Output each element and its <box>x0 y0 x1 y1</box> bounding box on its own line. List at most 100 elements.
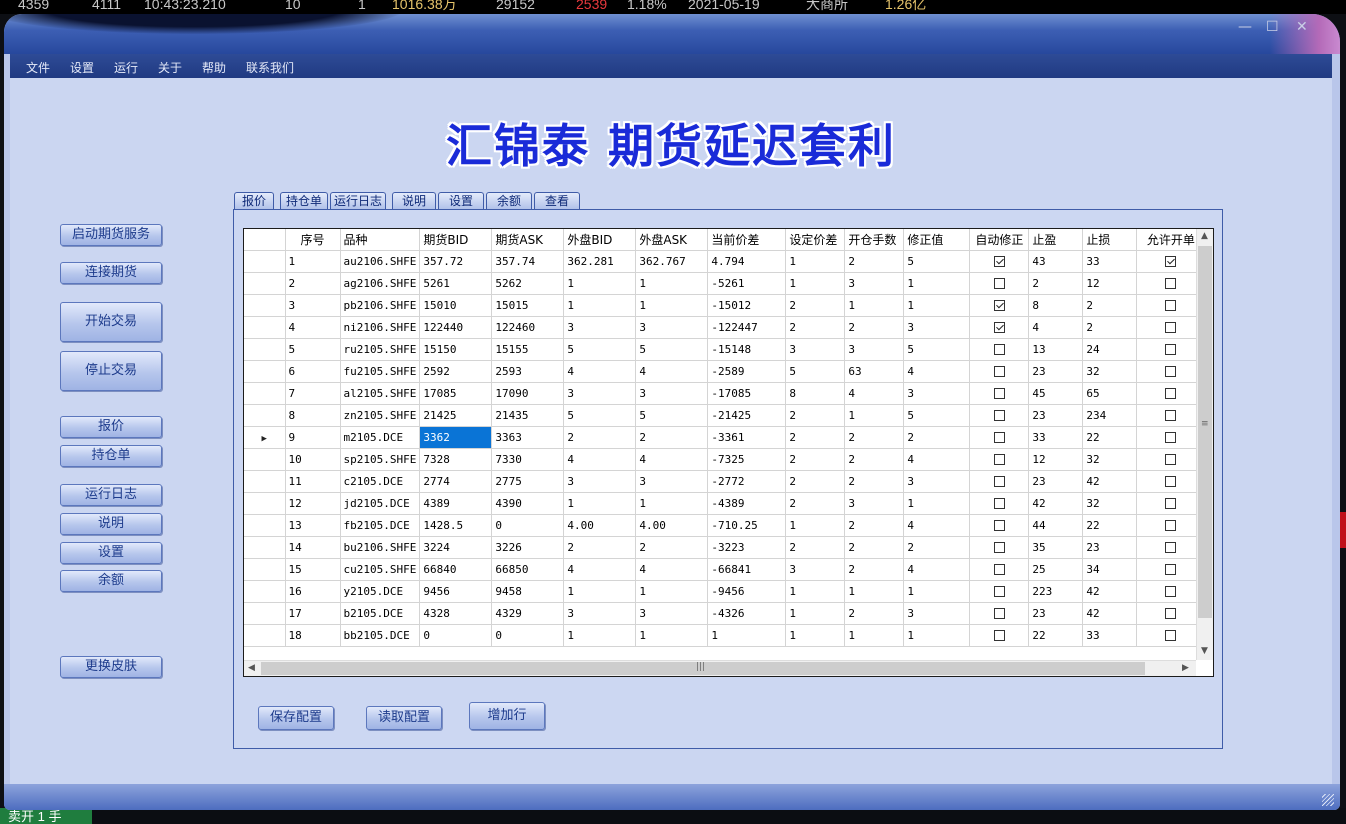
grid-cell-adj[interactable]: 1 <box>903 580 971 603</box>
row-header[interactable] <box>244 602 286 625</box>
checkbox[interactable] <box>1165 410 1177 421</box>
grid-cell-spread[interactable]: -21425 <box>707 404 787 427</box>
table-row[interactable]: 13 fb2105.DCE 1428.5 0 4.00 4.00 -710.25 1 2 4 44 2… <box>244 514 1206 537</box>
grid-cell-spread[interactable]: -4326 <box>707 602 787 625</box>
table-row[interactable]: 12 jd2105.DCE 4389 4390 1 1 -4389 2 3 1 42 32 <box>244 492 1206 515</box>
allow-order-cell[interactable] <box>1136 558 1206 581</box>
grid-cell-oask[interactable]: 3 <box>635 470 709 493</box>
table-row[interactable]: 3 pb2106.SHFE 15010 15015 1 1 -15012 2 1 1 8 2 <box>244 294 1206 317</box>
grid-cell-setspread[interactable]: 2 <box>785 492 846 515</box>
column-header[interactable]: 允许开单 <box>1136 229 1206 251</box>
grid-cell-obid[interactable]: 3 <box>563 470 637 493</box>
grid-cell-tp[interactable]: 25 <box>1028 558 1084 581</box>
table-row[interactable]: 10 sp2105.SHFE 7328 7330 4 4 -7325 2 2 4 12 32 <box>244 448 1206 471</box>
allow-order-cell[interactable] <box>1136 426 1206 449</box>
grid-cell-spread[interactable]: -15148 <box>707 338 787 361</box>
load-config-button[interactable]: 读取配置 <box>366 706 442 730</box>
grid-cell-oask[interactable]: 4.00 <box>635 514 709 537</box>
grid-cell-fask[interactable]: 66850 <box>491 558 565 581</box>
allow-order-cell[interactable] <box>1136 294 1206 317</box>
grid-cell-oask[interactable]: 4 <box>635 558 709 581</box>
tab-balance[interactable]: 余额 <box>486 192 532 210</box>
grid-cell-obid[interactable]: 3 <box>563 602 637 625</box>
grid-cell-setspread[interactable]: 5 <box>785 360 846 383</box>
vertical-scrollbar[interactable]: ▲ ≡ ▼ <box>1196 229 1213 660</box>
allow-order-cell[interactable] <box>1136 382 1206 405</box>
grid-cell-spread[interactable]: -710.25 <box>707 514 787 537</box>
grid-cell-fask[interactable]: 357.74 <box>491 250 565 273</box>
grid-cell-no[interactable]: 4 <box>285 316 341 339</box>
grid-cell-fbid[interactable]: 15150 <box>419 338 493 361</box>
grid-cell-setspread[interactable]: 2 <box>785 470 846 493</box>
grid-cell-oask[interactable]: 2 <box>635 426 709 449</box>
menu-file[interactable]: 文件 <box>26 59 50 76</box>
menu-contact[interactable]: 联系我们 <box>246 59 294 76</box>
allow-order-cell[interactable] <box>1136 536 1206 559</box>
table-row[interactable]: 1 au2106.SHFE 357.72 357.74 362.281 362.767 4.… <box>244 250 1206 273</box>
allow-order-cell[interactable] <box>1136 338 1206 361</box>
grid-cell-obid[interactable]: 1 <box>563 580 637 603</box>
tab-positions[interactable]: 持仓单 <box>280 192 328 210</box>
grid-cell-adj[interactable]: 5 <box>903 338 971 361</box>
grid-cell-obid[interactable]: 1 <box>563 294 637 317</box>
title-bar[interactable]: — ☐ ✕ <box>4 14 1340 54</box>
column-header[interactable]: 开仓手数 <box>844 229 905 251</box>
row-header[interactable] <box>244 250 286 273</box>
grid-cell-adj[interactable]: 4 <box>903 558 971 581</box>
allow-order-cell[interactable] <box>1136 602 1206 625</box>
allow-order-cell[interactable] <box>1136 580 1206 603</box>
column-header[interactable]: 外盘ASK <box>635 229 709 251</box>
grid-cell-sl[interactable]: 2 <box>1082 316 1138 339</box>
tab-about[interactable]: 说明 <box>392 192 436 210</box>
grid-cell-fbid[interactable]: 7328 <box>419 448 493 471</box>
auto-adjust-cell[interactable] <box>969 558 1030 581</box>
table-row[interactable]: 18 bb2105.DCE 0 0 1 1 1 1 1 1 22 33 <box>244 624 1206 647</box>
grid-cell-symbol[interactable]: zn2105.SHFE <box>340 404 421 427</box>
column-header[interactable]: 序号 <box>285 229 341 251</box>
row-header[interactable] <box>244 492 286 515</box>
auto-adjust-cell[interactable] <box>969 294 1030 317</box>
grid-cell-lots[interactable]: 2 <box>844 448 905 471</box>
checkbox[interactable] <box>1165 432 1177 443</box>
grid-cell-fbid[interactable]: 1428.5 <box>419 514 493 537</box>
grid-cell-symbol[interactable]: m2105.DCE <box>340 426 421 449</box>
grid-cell-sl[interactable]: 22 <box>1082 514 1138 537</box>
grid-cell-sl[interactable]: 34 <box>1082 558 1138 581</box>
grid-cell-no[interactable]: 9 <box>285 426 341 449</box>
auto-adjust-cell[interactable] <box>969 514 1030 537</box>
grid-cell-lots[interactable]: 2 <box>844 426 905 449</box>
grid-cell-setspread[interactable]: 2 <box>785 316 846 339</box>
table-row[interactable]: 11 c2105.DCE 2774 2775 3 3 -2772 2 2 3 23 42 <box>244 470 1206 493</box>
allow-order-cell[interactable] <box>1136 316 1206 339</box>
grid-cell-sl[interactable]: 32 <box>1082 492 1138 515</box>
grid-cell-obid[interactable]: 1 <box>563 492 637 515</box>
menu-run[interactable]: 运行 <box>114 59 138 76</box>
grid-cell-sl[interactable]: 42 <box>1082 602 1138 625</box>
grid-cell-fbid[interactable]: 5261 <box>419 272 493 295</box>
checkbox[interactable] <box>1165 630 1177 641</box>
tab-quote[interactable]: 报价 <box>234 192 274 210</box>
grid-cell-setspread[interactable]: 1 <box>785 580 846 603</box>
table-row[interactable]: 7 al2105.SHFE 17085 17090 3 3 -17085 8 4 3 45 65 <box>244 382 1206 405</box>
auto-adjust-cell[interactable] <box>969 316 1030 339</box>
resize-grip-icon[interactable] <box>1322 794 1334 806</box>
grid-cell-no[interactable]: 6 <box>285 360 341 383</box>
grid-cell-obid[interactable]: 1 <box>563 624 637 647</box>
auto-adjust-cell[interactable] <box>969 624 1030 647</box>
grid-cell-sl[interactable]: 33 <box>1082 250 1138 273</box>
scroll-down-icon[interactable]: ▼ <box>1201 646 1208 656</box>
grid-cell-setspread[interactable]: 8 <box>785 382 846 405</box>
checkbox[interactable] <box>1165 454 1177 465</box>
table-row[interactable]: 8 zn2105.SHFE 21425 21435 5 5 -21425 2 1 5 23 234 <box>244 404 1206 427</box>
scroll-up-icon[interactable]: ▲ <box>1201 231 1208 241</box>
grid-cell-sl[interactable]: 24 <box>1082 338 1138 361</box>
grid-cell-fask[interactable]: 4329 <box>491 602 565 625</box>
grid-cell-spread[interactable]: -17085 <box>707 382 787 405</box>
grid-cell-tp[interactable]: 23 <box>1028 360 1084 383</box>
grid-cell-tp[interactable]: 8 <box>1028 294 1084 317</box>
row-header[interactable] <box>244 624 286 647</box>
row-header[interactable] <box>244 294 286 317</box>
grid-cell-oask[interactable]: 362.767 <box>635 250 709 273</box>
column-header[interactable]: 设定价差 <box>785 229 846 251</box>
grid-cell-fask[interactable]: 5262 <box>491 272 565 295</box>
